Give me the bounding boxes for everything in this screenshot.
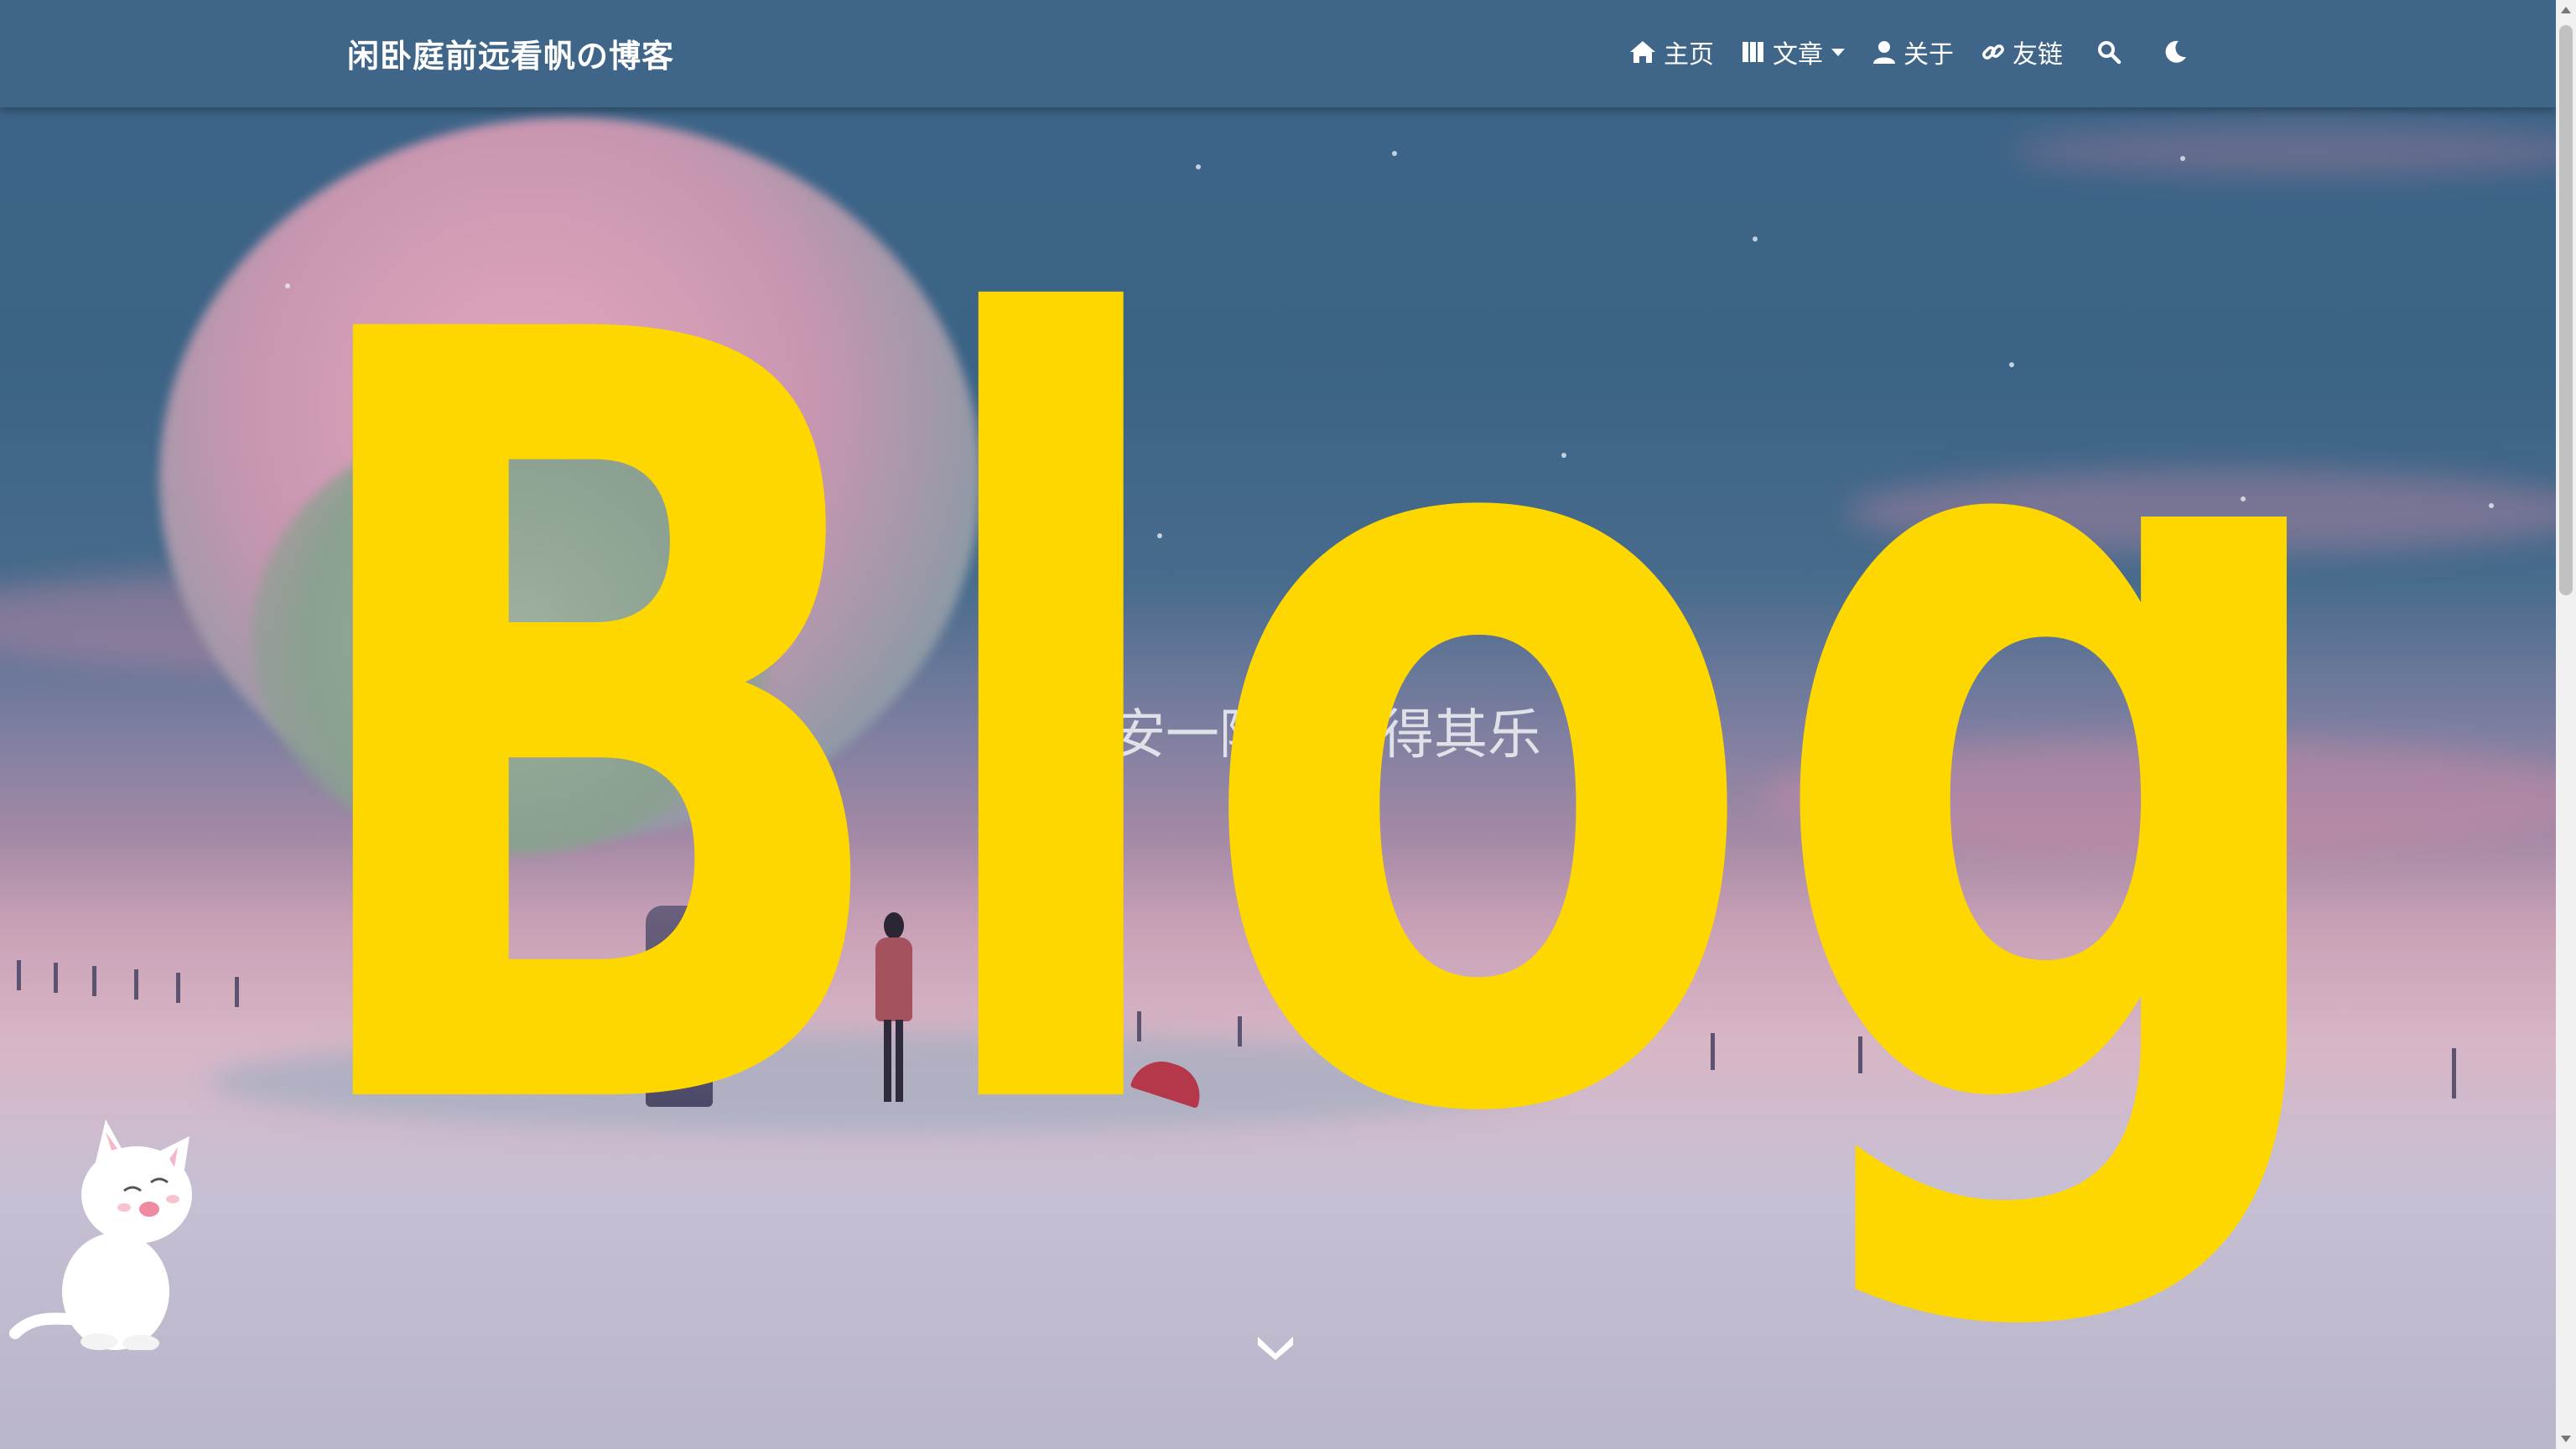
sparkle [2241,496,2246,501]
user-icon [1873,41,1895,64]
site-brand-link[interactable]: 闲卧庭前远看帆の博客 [347,30,674,76]
sparkle [1392,151,1397,156]
sparkle [2180,156,2185,161]
fence-post [1711,1033,1715,1070]
fence-post [134,969,138,1000]
page: 闲卧庭前远看帆の博客 主页 文章 关于 友链 偏安一隅，自得其乐 Blog [0,0,2576,1449]
nav-item-about[interactable]: 关于 [1872,34,1954,70]
scrollbar-thumb[interactable] [2559,25,2573,595]
fence-post [1137,1011,1141,1041]
scroll-down-arrow-icon[interactable] [2561,1436,2571,1442]
cloud [2012,126,2556,176]
page-scrollbar[interactable] [2556,0,2576,1449]
home-icon [1630,41,1655,63]
fence-post [1858,1036,1862,1073]
sparkle [285,283,290,288]
search-button[interactable] [2096,39,2128,65]
nav-item-articles[interactable]: 文章 [1741,34,1845,70]
tree-foliage [252,419,771,855]
cloud [1845,470,2556,553]
sparkle [2009,362,2014,367]
books-icon [1742,42,1763,62]
fence-post [92,966,96,996]
scroll-up-arrow-icon[interactable] [2561,7,2571,13]
nav-item-articles-label: 文章 [1773,40,1823,70]
fence-post [235,977,239,1007]
nav-item-friend-links[interactable]: 友链 [1981,34,2063,70]
sparkle [1157,533,1162,538]
fence-post [2452,1048,2456,1098]
fence-post [765,986,769,1016]
search-icon [2098,41,2122,65]
caret-down-icon [1831,48,1845,56]
fence-post [54,963,58,993]
cat-icon[interactable] [7,1115,208,1350]
tree-trunk [646,906,713,1107]
fence-post [17,960,21,990]
fence-post [176,973,180,1003]
chevron-down-icon[interactable] [1254,1332,1296,1362]
nav-item-about-label: 关于 [1903,40,1954,70]
theme-toggle-button[interactable] [2162,39,2195,65]
sparkle [2489,503,2494,508]
nav-item-home[interactable]: 主页 [1628,34,1714,70]
fence-post [1238,1016,1242,1046]
top-navbar: 闲卧庭前远看帆の博客 主页 文章 关于 友链 [0,0,2556,107]
sparkle [1561,453,1566,458]
link-icon [1982,44,2004,60]
sparkle [1753,236,1758,242]
nav-item-home-label: 主页 [1664,40,1714,70]
person-figure [872,912,914,1105]
hero-subtitle: 偏安一隅，自得其乐 [1058,704,1541,766]
nav-menu: 主页 文章 关于 友链 [1602,34,2195,70]
sparkle [1196,164,1201,169]
cloud [1761,738,2556,855]
moon-icon [2165,40,2186,63]
nav-item-friend-links-label: 友链 [2012,40,2063,70]
